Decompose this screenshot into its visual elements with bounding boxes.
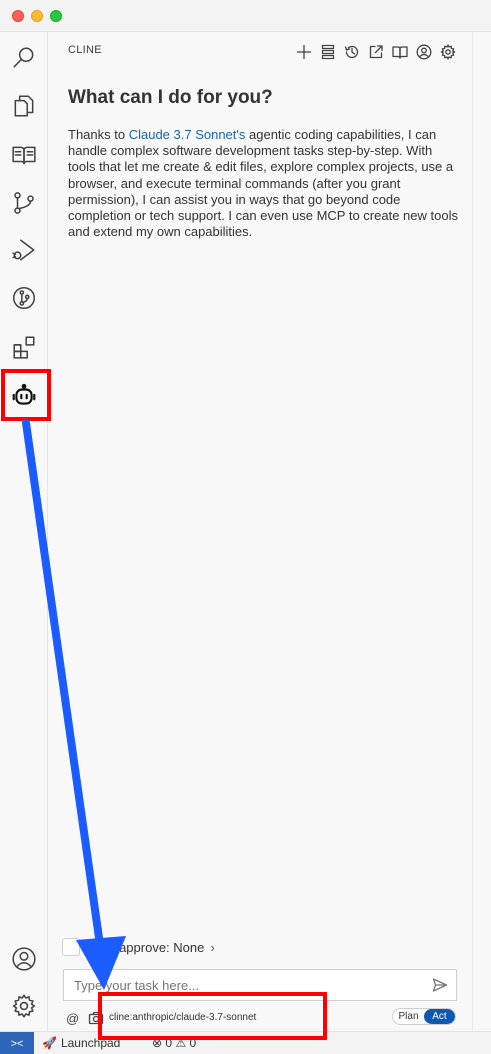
zoom-window-button[interactable]	[50, 10, 62, 22]
account-icon[interactable]	[414, 42, 434, 62]
extensions-icon[interactable]	[0, 325, 48, 369]
settings-gear-icon[interactable]	[0, 984, 48, 1028]
chevron-right-icon: ›	[210, 939, 215, 955]
plus-icon[interactable]	[294, 42, 314, 62]
auto-approve-checkbox[interactable]	[62, 938, 80, 956]
highlight-cline-icon	[1, 369, 51, 421]
search-icon[interactable]	[0, 36, 48, 80]
account-icon[interactable]	[0, 937, 48, 981]
panel-title: CLINE	[68, 44, 102, 56]
plan-act-toggle[interactable]: Plan Act	[392, 1008, 456, 1025]
intro-text-rest: agentic coding capabilities, I can handl…	[68, 127, 458, 240]
panel-toolbar	[294, 42, 458, 62]
panel-scrollbar[interactable]	[472, 32, 491, 1031]
git-graph-icon[interactable]	[0, 276, 48, 320]
welcome-headline: What can I do for you?	[68, 87, 273, 108]
docs-book-icon[interactable]	[390, 42, 410, 62]
mcp-server-icon[interactable]	[318, 42, 338, 62]
explorer-icon[interactable]	[0, 84, 48, 128]
model-link[interactable]: Claude 3.7 Sonnet's	[129, 127, 246, 142]
close-window-button[interactable]	[12, 10, 24, 22]
intro-text-start: Thanks to	[68, 127, 129, 142]
auto-approve-label: approve: None	[119, 939, 205, 955]
plan-mode-option[interactable]: Plan	[393, 1009, 424, 1024]
popout-icon[interactable]	[366, 42, 386, 62]
remote-icon[interactable]: ><	[0, 1032, 34, 1054]
source-control-icon[interactable]	[0, 181, 48, 225]
highlight-model-selector	[98, 992, 327, 1040]
window-titlebar	[0, 0, 491, 32]
minimize-window-button[interactable]	[31, 10, 43, 22]
send-icon[interactable]	[432, 977, 448, 993]
intro-text: Thanks to Claude 3.7 Sonnet's agentic co…	[68, 127, 460, 240]
auto-approve-prefix: Auto-	[88, 939, 120, 955]
auto-approve-row[interactable]: Auto-approve: None ›	[62, 938, 215, 956]
book-icon[interactable]	[0, 133, 48, 177]
act-mode-option[interactable]: Act	[424, 1009, 455, 1024]
rocket-icon: 🚀	[42, 1036, 57, 1050]
history-icon[interactable]	[342, 42, 362, 62]
cline-panel: CLINE What can I do for you? Thanks to C…	[48, 32, 472, 1031]
mention-button[interactable]: @	[66, 1011, 79, 1026]
run-debug-icon[interactable]	[0, 228, 48, 272]
gear-icon[interactable]	[438, 42, 458, 62]
activity-bar	[0, 32, 48, 1031]
